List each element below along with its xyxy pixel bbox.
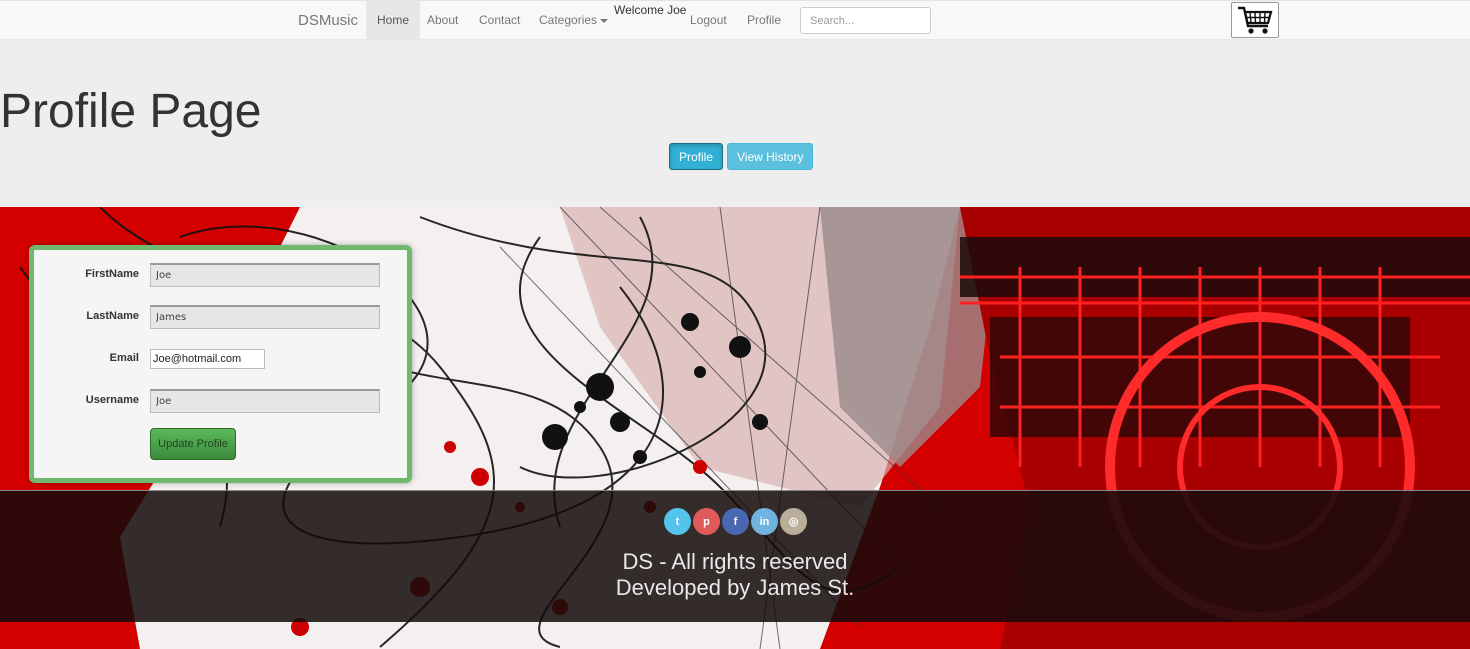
pinterest-icon[interactable]: p — [693, 508, 720, 535]
update-profile-button[interactable]: Update Profile — [150, 428, 236, 460]
form-row-firstname: FirstName — [34, 263, 407, 289]
nav-home[interactable]: Home — [366, 1, 421, 40]
shopping-cart-icon — [1238, 6, 1273, 34]
nav-contact[interactable]: Contact — [468, 1, 531, 40]
page-title: Profile Page — [0, 85, 262, 138]
form-row-username: Username — [34, 389, 407, 415]
footer: t p f in ◎ DS - All rights reserved Deve… — [0, 490, 1470, 622]
form-row-email: Email — [34, 347, 407, 373]
lastname-label: LastName — [86, 310, 139, 322]
brand-logo[interactable]: DSMusic — [298, 12, 358, 29]
firstname-field[interactable] — [150, 263, 380, 287]
navbar: DSMusic Home About Contact Categories We… — [0, 0, 1470, 40]
instagram-icon[interactable]: ◎ — [780, 508, 807, 535]
email-label: Email — [109, 352, 139, 364]
linkedin-icon[interactable]: in — [751, 508, 778, 535]
caret-down-icon — [600, 18, 609, 23]
tab-profile[interactable]: Profile — [669, 143, 724, 170]
username-label: Username — [85, 394, 139, 406]
email-field[interactable] — [150, 349, 265, 369]
copyright-text: DS - All rights reserved — [622, 549, 848, 574]
nav-logout[interactable]: Logout — [679, 1, 738, 40]
search-input[interactable] — [800, 7, 931, 34]
welcome-text: Welcome Joe — [614, 3, 687, 17]
username-field[interactable] — [150, 389, 380, 413]
cart-button[interactable] — [1231, 2, 1279, 38]
developer-credit: Developed by James St. — [615, 575, 855, 600]
form-row-lastname: LastName — [34, 305, 407, 331]
nav-categories-dropdown[interactable]: Categories — [528, 1, 619, 40]
nav-profile[interactable]: Profile — [736, 1, 792, 40]
tab-view-history[interactable]: View History — [727, 143, 814, 170]
nav-categories-label: Categories — [539, 13, 598, 27]
nav-about[interactable]: About — [416, 1, 469, 40]
social-links: t p f in ◎ — [664, 508, 807, 535]
profile-form: FirstName LastName Email Username Update… — [29, 245, 412, 483]
facebook-icon[interactable]: f — [722, 508, 749, 535]
twitter-icon[interactable]: t — [664, 508, 691, 535]
lastname-field[interactable] — [150, 305, 380, 329]
firstname-label: FirstName — [85, 268, 139, 280]
profile-tabs: Profile View History — [669, 143, 814, 170]
